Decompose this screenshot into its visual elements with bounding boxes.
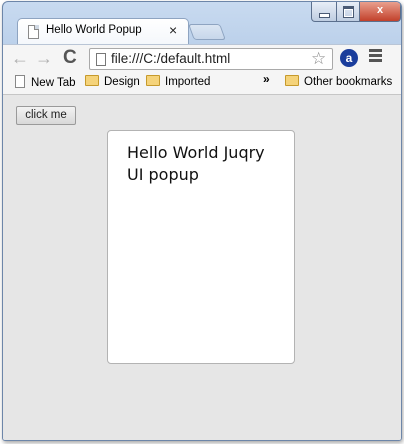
bookmark-imported[interactable]: Imported [146,75,210,88]
forward-arrow-icon[interactable]: → [35,48,53,68]
reload-icon[interactable]: C [63,48,77,68]
bookmark-design[interactable]: Design [85,75,140,88]
minimize-icon [319,13,330,18]
folder-icon [285,75,299,86]
bookmark-other[interactable]: Other bookmarks [285,75,392,88]
bookmark-label: Design [104,76,140,88]
back-arrow-icon[interactable]: ← [11,48,29,68]
page-icon [15,75,25,88]
page-icon [96,53,106,66]
address-bar[interactable]: file:///C:/default.html ☆ [89,48,333,70]
page-icon [28,25,39,39]
menu-icon[interactable] [369,49,382,64]
click-me-button[interactable]: click me [16,106,76,125]
new-tab-button[interactable] [188,24,226,40]
close-icon: x [376,4,384,16]
browser-window: Hello World Popup × x ← → C file:///C:/d… [2,1,402,441]
url-text[interactable]: file:///C:/default.html [111,51,230,66]
popup-text: Hello World Juqry UI popup [127,143,265,184]
star-icon[interactable]: ☆ [311,49,326,69]
popup-dialog: Hello World Juqry UI popup [107,130,295,364]
bookmark-label: Imported [165,76,211,88]
bookmark-label: New Tab [31,77,76,89]
extension-icon[interactable]: a [340,49,358,67]
toolbar: ← → C file:///C:/default.html ☆ a [3,44,401,73]
page-content: click me Hello World Juqry UI popup [3,95,401,440]
chevron-right-icon[interactable]: » [263,72,270,86]
bookmark-new-tab[interactable]: New Tab [15,75,76,89]
bookmarks-bar: New Tab Design Imported » Other bookmark… [3,72,401,95]
close-window-button[interactable]: x [359,2,401,22]
folder-icon [146,75,160,86]
minimize-button[interactable] [311,2,337,22]
tab-close-icon[interactable]: × [169,21,177,39]
folder-icon [85,75,99,86]
maximize-icon [343,6,354,18]
tab-active[interactable]: Hello World Popup × [17,18,189,45]
bookmark-label: Other bookmarks [304,76,393,88]
maximize-button[interactable] [336,2,360,22]
tab-title: Hello World Popup [46,24,142,36]
